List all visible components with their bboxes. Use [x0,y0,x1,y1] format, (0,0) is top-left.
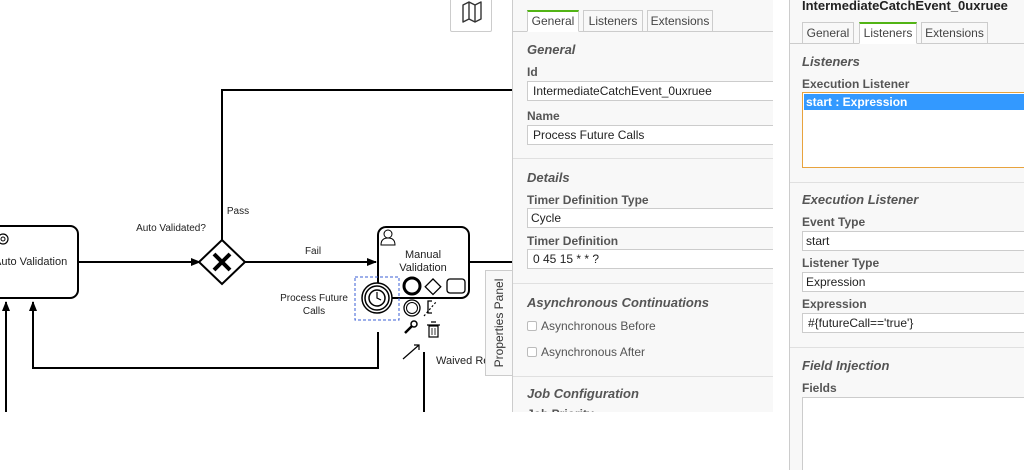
timer-event-label: Process Future Calls [280,293,348,317]
group-title-listeners: Listeners [802,54,860,69]
async-after-label[interactable]: Asynchronous After [541,345,645,359]
execution-listener-label: Execution Listener [802,77,910,91]
name-label: Name [527,109,560,123]
group-title-job: Job Configuration [527,386,639,401]
gateway-label: Auto Validated? [136,223,206,234]
minimap-toggle-button[interactable] [450,0,492,32]
manual-validation-label: Manual Validation [399,249,447,274]
execution-listener-list[interactable]: start : Expression [802,92,1024,168]
listener-type-select[interactable]: Expression [802,272,1024,292]
expression-label: Expression [802,297,867,311]
pass-flow-label: Pass [226,206,250,217]
map-icon [462,1,482,23]
tab-extensions[interactable]: Extensions [647,10,713,32]
connect-icon [423,301,437,317]
tab-extensions[interactable]: Extensions [921,22,988,44]
append-end-event-icon [402,276,422,296]
async-before-label[interactable]: Asynchronous Before [541,319,656,333]
tab-listeners[interactable]: Listeners [583,10,643,32]
listener-type-label: Listener Type [802,256,880,270]
properties-panel-toggle-label: Properties Panel [492,278,506,368]
tab-general[interactable]: General [802,22,854,44]
context-pad[interactable] [402,276,466,360]
group-title-details: Details [527,170,570,185]
id-input[interactable]: IntermediateCatchEvent_0uxruee [527,81,773,101]
properties-panel-listeners: IntermediateCatchEvent_0uxruee General L… [789,0,1024,470]
id-label: Id [527,65,538,79]
group-title-async: Asynchronous Continuations [527,295,709,310]
timer-type-select[interactable]: Cycle [527,208,773,228]
group-title-execution-listener: Execution Listener [802,192,919,207]
expression-input[interactable]: #{futureCall=='true'} [802,313,1024,333]
append-task-icon [446,278,466,294]
section-divider [790,347,1024,348]
bpmn-diagram[interactable] [0,0,512,470]
auto-validation-label: Auto Validation [0,256,68,268]
tab-general[interactable]: General [527,10,579,32]
section-divider [513,283,773,284]
event-type-label: Event Type [802,215,866,229]
timer-definition-label: Timer Definition [527,234,619,248]
trash-icon [427,321,440,338]
fields-label: Fields [802,381,837,395]
connector-arrow-icon [402,344,420,360]
element-id-header: IntermediateCatchEvent_0uxruee [802,0,1008,13]
properties-panel-general: General Listeners Extensions General Id … [512,0,773,412]
section-divider [513,158,773,159]
wrench-icon [404,320,418,334]
fields-list[interactable] [802,397,1024,470]
async-after-checkbox[interactable] [527,347,537,357]
text-annotation-icon [427,300,432,314]
timer-definition-input[interactable]: 0 45 15 * * ? [527,249,773,269]
name-input[interactable]: Process Future Calls [527,125,773,145]
group-title-field-injection: Field Injection [802,358,890,373]
listener-list-item[interactable]: start : Expression [804,94,1024,110]
diagram-canvas[interactable]: Auto Validation Auto Validated? Pass Fai… [0,0,512,470]
async-before-checkbox[interactable] [527,321,537,331]
exclusive-gateway[interactable] [197,238,247,286]
clock-icon [368,289,386,307]
tab-listeners[interactable]: Listeners [859,22,917,44]
properties-panel-toggle[interactable]: Properties Panel [485,270,512,376]
event-type-select[interactable]: start [802,231,1024,251]
timer-type-label: Timer Definition Type [527,193,649,207]
group-title-general: General [527,42,576,57]
job-priority-label: Job Priority [527,405,594,412]
section-divider [790,182,1024,183]
fail-flow-label: Fail [304,246,322,257]
section-divider [513,376,773,377]
